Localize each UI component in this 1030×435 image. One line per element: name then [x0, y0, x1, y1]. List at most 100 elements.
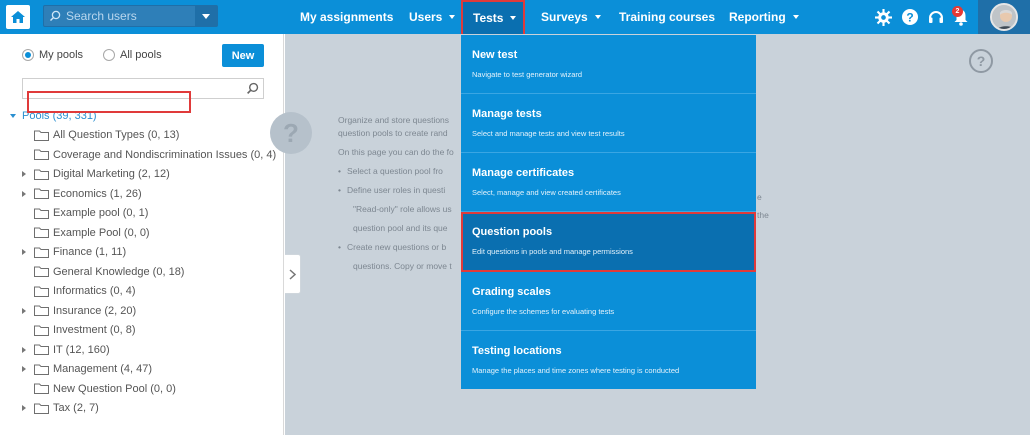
expand-arrow-icon[interactable] — [22, 307, 31, 314]
pool-item-label: All Question Types (0, 13) — [53, 129, 180, 141]
support-button[interactable] — [928, 9, 944, 30]
chevron-down-icon — [510, 16, 517, 20]
radio-my-pools[interactable]: My pools — [22, 49, 83, 61]
gear-icon — [875, 9, 892, 26]
radio-all-pools[interactable]: All pools — [103, 49, 162, 61]
pool-item-label: New Question Pool (0, 0) — [53, 382, 176, 395]
pool-item[interactable]: Example pool (0, 1) — [22, 205, 148, 221]
folder-icon — [34, 208, 49, 219]
expand-arrow-icon[interactable] — [22, 249, 31, 255]
help-icon: ? — [976, 53, 986, 69]
pool-item[interactable]: Insurance (2, 20) — [22, 303, 136, 319]
page-description: Organize and store questions question po… — [338, 114, 468, 273]
expand-arrow-icon[interactable] — [22, 346, 31, 353]
folder-icon — [34, 247, 49, 258]
expand-arrow-icon[interactable] — [22, 171, 31, 177]
notifications-button[interactable]: 2 — [952, 6, 970, 26]
pool-item-label: Investment (0, 8) — [53, 324, 136, 336]
menu-item-question-pools[interactable]: Question pools Edit questions in pools a… — [461, 212, 756, 272]
expand-arrow-icon[interactable] — [22, 190, 31, 197]
pool-item[interactable]: Coverage and Nondiscrimination Issues (0… — [22, 147, 276, 163]
page-help-button[interactable]: ? — [969, 49, 993, 73]
search-icon[interactable] — [246, 82, 259, 100]
nav-training-courses[interactable]: Training courses — [619, 0, 715, 34]
chevron-down-icon[interactable] — [10, 114, 16, 118]
chevron-down-icon — [202, 13, 210, 19]
pool-item-label: Example Pool (0, 0) — [53, 226, 150, 239]
search-icon — [44, 6, 66, 26]
folder-icon — [34, 344, 49, 355]
folder-icon — [34, 286, 49, 297]
home-button[interactable] — [6, 5, 30, 29]
settings-button[interactable] — [875, 9, 892, 31]
folder-icon — [34, 403, 49, 414]
search-options-dropdown[interactable] — [195, 6, 217, 26]
radio-button-selected[interactable] — [22, 49, 34, 61]
pool-item-label: Informatics (0, 4) — [53, 285, 136, 297]
folder-icon — [34, 169, 49, 180]
nav-surveys[interactable]: Surveys — [541, 0, 601, 34]
nav-tests[interactable]: Tests — [461, 0, 525, 36]
menu-item-grading-scales[interactable]: Grading scales Configure the schemes for… — [461, 272, 756, 331]
expand-arrow-icon[interactable] — [22, 366, 31, 372]
folder-icon — [34, 149, 49, 160]
folder-icon — [34, 364, 49, 375]
folder-icon — [34, 130, 49, 141]
chevron-right-icon — [289, 268, 296, 280]
folder-icon — [34, 188, 49, 199]
pool-item[interactable]: Informatics (0, 4) — [22, 283, 136, 299]
pool-item[interactable]: Finance (1, 11) — [22, 244, 126, 260]
pool-item[interactable]: Tax (2, 7) — [22, 400, 99, 416]
menu-item-testing-locations[interactable]: Testing locations Manage the places and … — [461, 331, 756, 390]
menu-item-manage-certificates[interactable]: Manage certificates Select, manage and v… — [461, 153, 756, 212]
chevron-down-icon — [594, 15, 601, 19]
search-users-input[interactable] — [66, 9, 186, 23]
pool-filter: My pools All pools — [22, 49, 162, 61]
question-mark-illustration: ? — [270, 112, 312, 154]
pool-item-label: Coverage and Nondiscrimination Issues (0… — [53, 148, 277, 161]
pool-item[interactable]: Investment (0, 8) — [22, 322, 136, 338]
panel-collapse-toggle[interactable] — [285, 254, 301, 294]
nav-reporting[interactable]: Reporting — [729, 0, 799, 34]
menu-item-manage-tests[interactable]: Manage tests Select and manage tests and… — [461, 94, 756, 153]
top-navigation-bar: My assignments Users Tests Surveys Train… — [0, 0, 1030, 36]
folder-icon — [34, 383, 49, 394]
folder-icon — [34, 325, 49, 336]
pool-item-label: Economics (1, 26) — [53, 187, 142, 200]
menu-item-new-test[interactable]: New test Navigate to test generator wiza… — [461, 35, 756, 94]
nav-users[interactable]: Users — [409, 0, 456, 34]
pool-item[interactable]: Economics (1, 26) — [22, 186, 142, 202]
pool-item-label: Finance (1, 11) — [53, 246, 127, 258]
pool-item-label: Tax (2, 7) — [53, 402, 99, 414]
notification-count-badge: 2 — [952, 6, 963, 17]
pool-item[interactable]: Management (4, 47) — [22, 361, 152, 377]
pool-item-label: Digital Marketing (2, 12) — [53, 168, 170, 180]
pool-item-label: Example pool (0, 1) — [53, 207, 149, 219]
pool-item[interactable]: IT (12, 160) — [22, 342, 110, 358]
pool-item[interactable]: Digital Marketing (2, 12) — [22, 166, 170, 182]
user-search-box — [43, 5, 218, 27]
pool-item[interactable]: All Question Types (0, 13) — [22, 127, 179, 143]
svg-text:?: ? — [906, 10, 913, 24]
pool-item[interactable]: New Question Pool (0, 0) — [22, 381, 176, 397]
pool-item-label: General Knowledge (0, 18) — [53, 265, 185, 278]
pool-item-label: IT (12, 160) — [53, 343, 110, 356]
pool-item-label: Management (4, 47) — [53, 363, 153, 375]
expand-arrow-icon[interactable] — [22, 405, 31, 411]
highlight-all-question-types — [27, 91, 191, 113]
new-pool-button[interactable]: New — [222, 44, 264, 67]
user-menu[interactable] — [978, 0, 1030, 34]
avatar — [990, 3, 1018, 31]
home-icon — [11, 11, 25, 23]
folder-icon — [34, 266, 49, 277]
pool-item[interactable]: Example Pool (0, 0) — [22, 225, 150, 241]
help-icon: ? — [902, 9, 918, 25]
folder-icon — [34, 305, 49, 316]
help-button[interactable]: ? — [902, 9, 918, 30]
radio-button[interactable] — [103, 49, 116, 61]
chevron-down-icon — [792, 15, 799, 19]
nav-my-assignments[interactable]: My assignments — [300, 0, 393, 34]
chevron-down-icon — [449, 15, 456, 19]
tests-dropdown-menu: New test Navigate to test generator wiza… — [461, 35, 756, 389]
pool-item[interactable]: General Knowledge (0, 18) — [22, 264, 184, 280]
